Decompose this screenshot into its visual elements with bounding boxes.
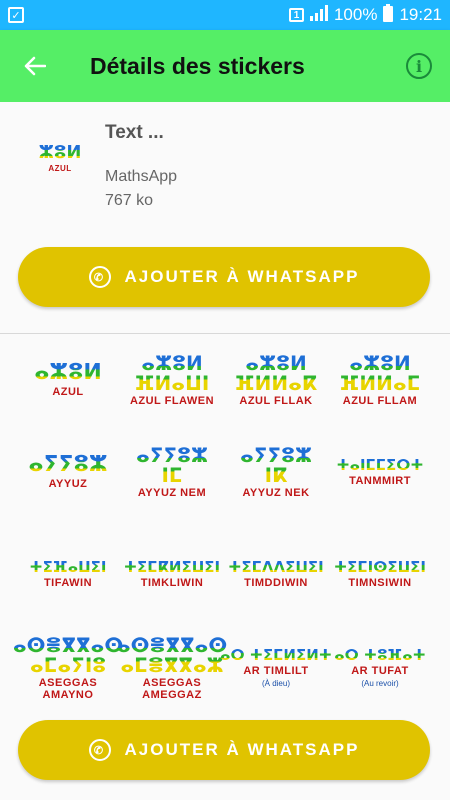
sticker-label: AR TUFAT (351, 665, 409, 677)
sticker-label: AZUL FLAWEN (129, 395, 215, 407)
sticker-glyphs: ⴰⵣⵓⵍ ⴼⵍⵍⴰⵎ (339, 351, 421, 395)
signal-icon (309, 4, 328, 26)
status-bar: ✓ 1 100% 19:21 (0, 0, 450, 30)
sticker-sublabel: AMEGGAZ (142, 689, 202, 701)
clock: 19:21 (399, 5, 442, 24)
page-title: Détails des stickers (90, 52, 305, 79)
sticker-sublabel: (Au revoir) (361, 679, 399, 688)
sticker-item[interactable]: ⴰⵔ ⵜⵉⵎⵍⵉⵍⵜ AR TIMLILT (À dieu) (220, 623, 332, 713)
tray-glyphs: ⵣⵓⵍ (38, 141, 82, 163)
sim-icon: 1 (288, 8, 304, 22)
sticker-item[interactable]: ⵜⵉⴼⴰⵡⵉⵏ TIFAWIN (18, 529, 118, 619)
add-to-whatsapp-label: AJOUTER À WHATSAPP (124, 740, 360, 759)
battery-percent: 100% (333, 5, 378, 24)
sticker-glyphs: ⴰⵢⵢⵓⵣ ⵏⴽ (240, 443, 312, 487)
sticker-glyphs: ⴰⵙⴻⴳⴳⴰⵙ ⴰⵎⴰⵢⵏⵓ (12, 633, 124, 677)
sticker-label: ASEGGAS (142, 677, 202, 689)
sticker-glyphs: ⴰⵢⵢⵓⵣ ⵏⵎ (136, 443, 208, 487)
sticker-label: TIMNSIWIN (348, 576, 412, 589)
sticker-item[interactable]: ⵜⵉⵎⵏⵙⵉⵡⵉⵏ TIMNSIWIN (330, 529, 430, 619)
sticker-glyphs: ⵜⵉⴼⴰⵡⵉⵏ (29, 557, 107, 576)
sticker-glyphs: ⴰⵔ ⵜⵉⵎⵍⵉⵍⵜ (220, 646, 332, 664)
sticker-glyphs: ⴰⵙⴻⴳⴳⴰⵙ ⴰⵎⴻⴳⴳⴰⵣ (116, 633, 228, 677)
sticker-item[interactable]: ⴰⵢⵢⵓⵣ AYYUZ (18, 427, 118, 517)
sticker-label: TIMDDIWIN (244, 576, 308, 589)
back-arrow-icon[interactable] (0, 56, 70, 76)
sticker-item[interactable]: ⵜⵉⵎⴽⵍⵉⵡⵉⵏ TIMKLIWIN (122, 529, 222, 619)
app-bar: Détails des stickers i (0, 30, 450, 102)
sticker-label: TIFAWIN (43, 576, 93, 589)
sticker-item[interactable]: ⴰⵙⴻⴳⴳⴰⵙ ⴰⵎⴰⵢⵏⵓ ASEGGAS AMAYNO (13, 623, 123, 713)
sticker-label: AZUL FLLAK (239, 395, 313, 407)
sticker-item[interactable]: ⴰⵢⵢⵓⵣ ⵏⴽ AYYUZ NEK (226, 427, 326, 517)
battery-icon (383, 3, 394, 27)
sticker-label: AYYUZ (48, 478, 88, 490)
sticker-glyphs: ⴰⵣⵓⵍ ⴼⵍⴰⵡⵏ (134, 351, 210, 395)
sticker-item[interactable]: ⴰⵙⴻⴳⴳⴰⵙ ⴰⵎⴻⴳⴳⴰⵣ ASEGGAS AMEGGAZ (117, 623, 227, 713)
whatsapp-icon: ✆ (88, 266, 111, 288)
add-to-whatsapp-button[interactable]: ✆ AJOUTER À WHATSAPP (18, 247, 430, 307)
sticker-glyphs: ⴰⵣⵓⵍ (34, 360, 102, 385)
tray-icon: ⵣⵓⵍ AZUL (28, 126, 92, 190)
sticker-item[interactable]: ⴰⵣⵓⵍ AZUL (18, 335, 118, 425)
pack-name: Text ... (105, 122, 164, 143)
checkbox-notification-icon: ✓ (8, 7, 24, 23)
sticker-item[interactable]: ⵜⴰⵏⵎⵎⵉⵔⵜ TANMMIRT (330, 427, 430, 517)
sticker-glyphs: ⴰⵣⵓⵍ ⴼⵍⵍⴰⴽ (234, 351, 318, 395)
sticker-label: AYYUZ NEM (137, 487, 207, 499)
sticker-item[interactable]: ⴰⵣⵓⵍ ⴼⵍⵍⴰⵎ AZUL FLLAM (330, 335, 430, 425)
tray-label: AZUL (48, 163, 72, 173)
pack-publisher: MathsApp (105, 168, 178, 185)
pack-size: 767 ko (105, 192, 154, 209)
sticker-label: TANMMIRT (349, 474, 411, 487)
info-icon[interactable]: i (406, 53, 432, 79)
sticker-sublabel: (À dieu) (261, 679, 290, 688)
sticker-label: AR TIMLILT (243, 665, 309, 677)
sticker-sublabel: AMAYNO (42, 689, 94, 701)
add-to-whatsapp-button-bottom[interactable]: ✆ AJOUTER À WHATSAPP (18, 720, 430, 780)
sticker-glyphs: ⵜⴰⵏⵎⵎⵉⵔⵜ (336, 455, 424, 474)
divider (0, 333, 450, 334)
sticker-item[interactable]: ⴰⵣⵓⵍ ⴼⵍⴰⵡⵏ AZUL FLAWEN (122, 335, 222, 425)
sticker-glyphs: ⴰⵔ ⵜⵓⴼⴰⵜ (334, 646, 426, 664)
whatsapp-icon: ✆ (88, 739, 111, 761)
sticker-label: TIMKLIWIN (140, 576, 204, 589)
sticker-label: ASEGGAS (38, 677, 98, 689)
sticker-item[interactable]: ⴰⵢⵢⵓⵣ ⵏⵎ AYYUZ NEM (122, 427, 222, 517)
sticker-label: AZUL (52, 386, 84, 398)
sticker-glyphs: ⵜⵉⵎⴽⵍⵉⵡⵉⵏ (123, 557, 221, 576)
sticker-item[interactable]: ⵜⵉⵎⴷⴷⵉⵡⵉⵏ TIMDDIWIN (226, 529, 326, 619)
sticker-glyphs: ⵜⵉⵎⴷⴷⵉⵡⵉⵏ (228, 557, 324, 576)
add-to-whatsapp-label: AJOUTER À WHATSAPP (124, 267, 360, 286)
sticker-glyphs: ⵜⵉⵎⵏⵙⵉⵡⵉⵏ (334, 557, 426, 576)
sticker-label: AZUL FLLAM (342, 395, 418, 407)
sticker-item[interactable]: ⴰⵔ ⵜⵓⴼⴰⵜ AR TUFAT (Au revoir) (330, 623, 430, 713)
sticker-item[interactable]: ⴰⵣⵓⵍ ⴼⵍⵍⴰⴽ AZUL FLLAK (226, 335, 326, 425)
sticker-glyphs: ⴰⵢⵢⵓⵣ (28, 452, 108, 477)
sticker-label: AYYUZ NEK (242, 487, 310, 499)
